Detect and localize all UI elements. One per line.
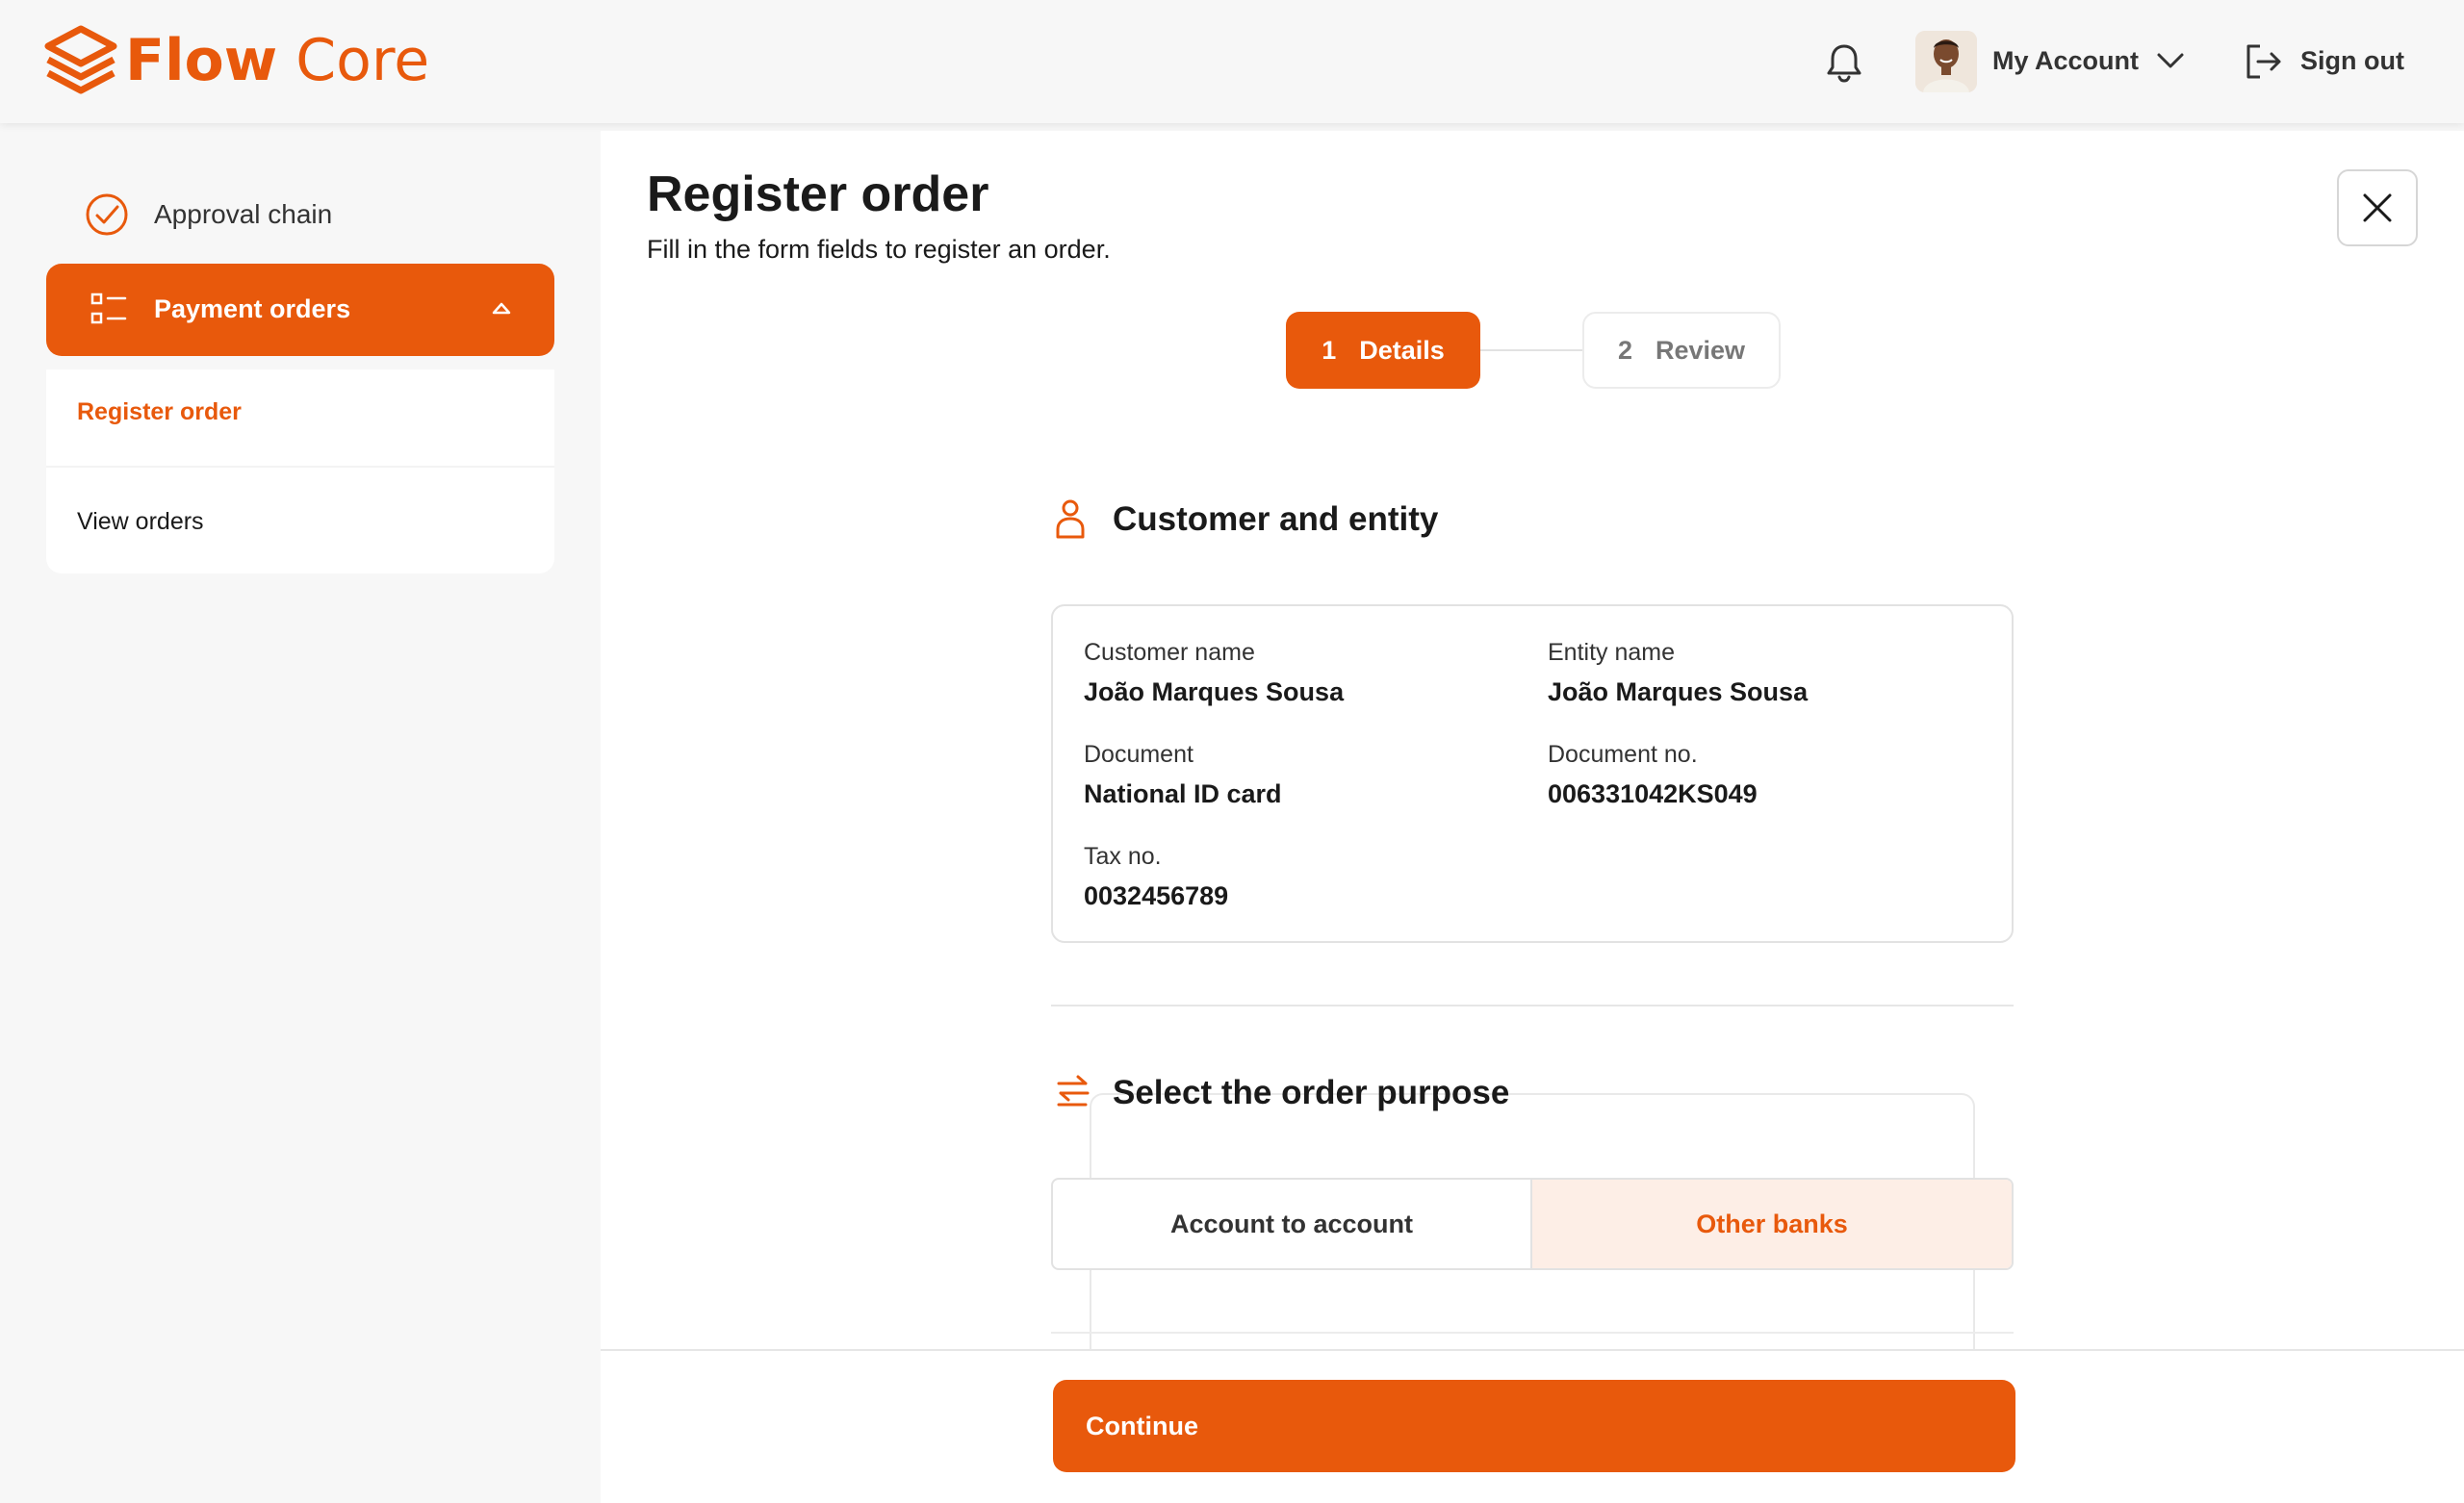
- transfer-arrows-icon: [1057, 1075, 1090, 1107]
- top-header: Flow Core My Account Sign out: [0, 0, 2464, 123]
- document-no-label: Document no.: [1548, 741, 1698, 768]
- step-number: 1: [1322, 335, 1337, 365]
- option-account-to-account[interactable]: Account to account: [1053, 1180, 1532, 1268]
- user-icon: [1056, 499, 1085, 539]
- tax-no-value: 0032456789: [1084, 881, 1229, 910]
- document-value: National ID card: [1084, 779, 1282, 808]
- document-label: Document: [1084, 741, 1194, 768]
- stepper-connector: [1480, 349, 1586, 351]
- caret-up-icon[interactable]: [491, 300, 512, 316]
- document-no-value: 006331042KS049: [1548, 779, 1758, 808]
- page-subtitle: Fill in the form fields to register an o…: [647, 235, 1111, 264]
- list-icon: [90, 293, 127, 324]
- section-title-customer: Customer and entity: [1113, 500, 1439, 538]
- sidebar-item-label: Payment orders: [154, 294, 351, 323]
- chevron-down-icon[interactable]: [2156, 50, 2185, 71]
- tax-no-label: Tax no.: [1084, 843, 1162, 870]
- sign-out-icon[interactable]: [2243, 42, 2283, 81]
- bell-icon[interactable]: [1825, 42, 1863, 83]
- submenu-item-register-order[interactable]: Register order: [77, 398, 242, 426]
- section-divider: [1051, 1332, 2014, 1334]
- entity-name-label: Entity name: [1548, 639, 1676, 666]
- submenu-divider: [46, 466, 554, 468]
- option-other-banks[interactable]: Other banks: [1532, 1180, 2012, 1268]
- customer-name-value: João Marques Sousa: [1084, 677, 1345, 706]
- step-details[interactable]: 1 Details: [1286, 312, 1480, 389]
- brand-name: Flow Core: [125, 27, 430, 94]
- main-content: Register order Fill in the form fields t…: [601, 131, 2464, 1503]
- avatar[interactable]: [1915, 31, 1977, 92]
- customer-name-label: Customer name: [1084, 639, 1255, 666]
- flow-core-logo-icon: [44, 25, 117, 94]
- sign-out-button[interactable]: Sign out: [2300, 46, 2404, 76]
- page-title: Register order: [647, 166, 989, 222]
- customer-info-card: Customer name João Marques Sousa Entity …: [1051, 604, 2014, 943]
- submenu-item-view-orders[interactable]: View orders: [77, 508, 204, 536]
- brand-logo[interactable]: Flow Core: [44, 25, 429, 96]
- step-label: Review: [1655, 335, 1746, 365]
- order-purpose-toggle: Account to account Other banks: [1051, 1178, 2014, 1270]
- close-button[interactable]: [2337, 169, 2418, 246]
- check-circle-icon: [86, 193, 128, 236]
- section-title-purpose: Select the order purpose: [1113, 1074, 1510, 1111]
- payment-orders-submenu: Register order View orders: [46, 369, 554, 573]
- close-icon: [2363, 193, 2392, 222]
- form-footer: Continue: [601, 1349, 2464, 1503]
- sidebar-item-approval-chain[interactable]: Approval chain: [85, 192, 332, 237]
- sidebar-item-label: Approval chain: [154, 199, 333, 229]
- step-number: 2: [1617, 335, 1632, 365]
- section-divider: [1051, 1005, 2014, 1006]
- sidebar-item-payment-orders[interactable]: Payment orders: [46, 264, 554, 356]
- step-review[interactable]: 2 Review: [1582, 312, 1781, 389]
- continue-button[interactable]: Continue: [1053, 1380, 2015, 1472]
- user-avatar-icon: [1915, 31, 1977, 92]
- sidebar: Approval chain Payment orders Register o…: [0, 123, 601, 1503]
- entity-name-value: João Marques Sousa: [1548, 677, 1809, 706]
- my-account-label[interactable]: My Account: [1992, 46, 2139, 76]
- step-label: Details: [1359, 335, 1445, 365]
